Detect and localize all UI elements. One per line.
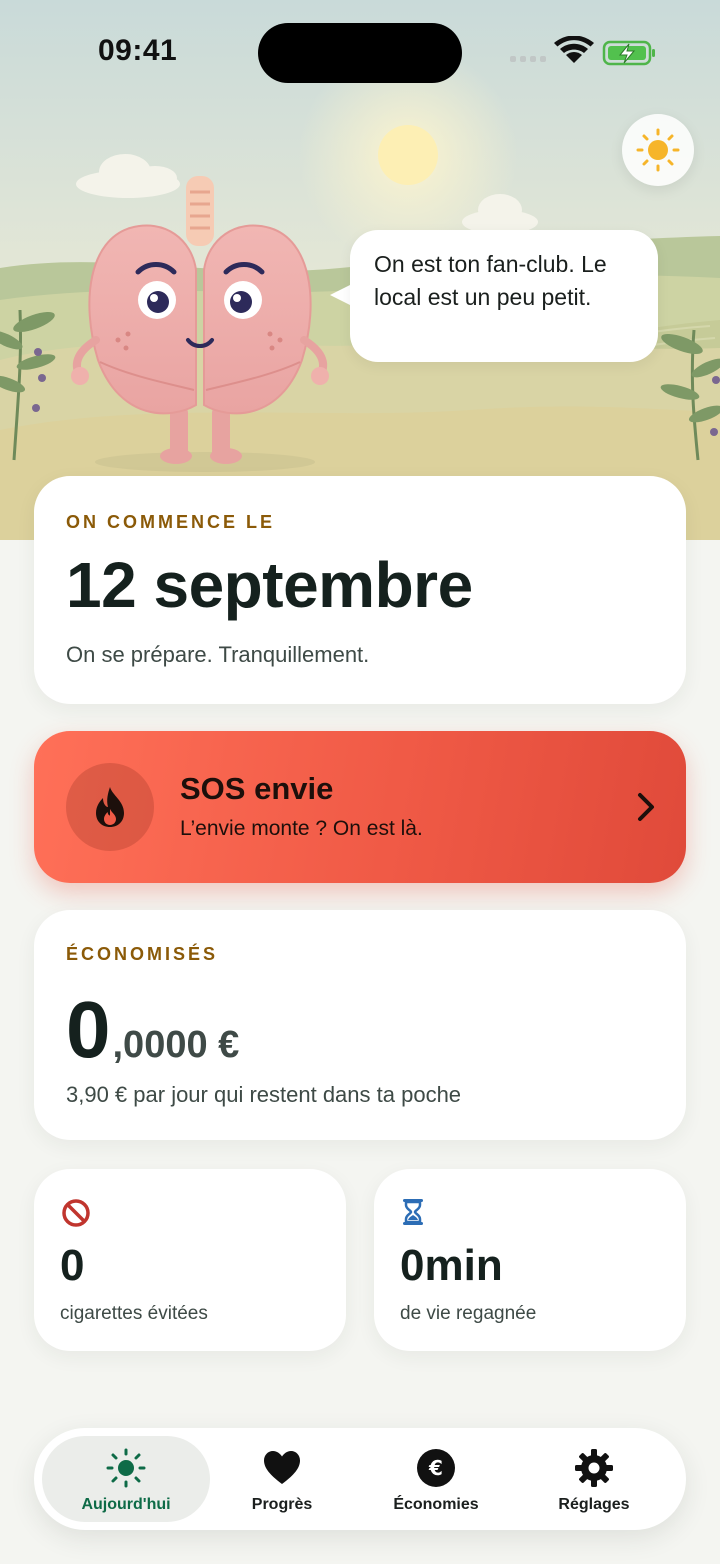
- tab-today[interactable]: Aujourd'hui: [42, 1436, 210, 1522]
- hourglass-icon: [403, 1199, 423, 1225]
- tab-settings-label: Réglages: [558, 1496, 630, 1513]
- cigarettes-avoided-value: 0: [60, 1241, 85, 1290]
- savings-card: ÉCONOMISÉS 0 ,0000 € 3,90 € par jour qui…: [34, 910, 686, 1140]
- status-icons: [510, 36, 655, 66]
- life-regained-label: de vie regagnée: [400, 1303, 537, 1324]
- flame-icon: [96, 787, 124, 827]
- savings-amount-decimal: ,0000 €: [112, 1024, 240, 1066]
- tab-savings-label: Économies: [393, 1496, 479, 1513]
- sun-icon: [636, 128, 680, 172]
- sun: [378, 125, 438, 185]
- sos-title: SOS envie: [180, 771, 334, 806]
- cigarettes-avoided-label: cigarettes évitées: [60, 1303, 208, 1324]
- battery-charging-icon: [602, 40, 655, 66]
- start-date-subtitle: On se prépare. Tranquillement.: [66, 642, 370, 667]
- sos-icon-circle: [66, 763, 154, 851]
- savings-eyebrow: ÉCONOMISÉS: [66, 944, 219, 964]
- cellular-signal-icon: [510, 56, 546, 62]
- speech-bubble: On est ton fan-club. Le local est un peu…: [350, 230, 658, 362]
- life-regained-value: 0min: [400, 1241, 503, 1290]
- gear-icon: [575, 1449, 613, 1487]
- chevron-right-icon: [638, 793, 654, 821]
- weather-button[interactable]: [622, 114, 694, 186]
- dynamic-island: [258, 23, 462, 83]
- tab-today-label: Aujourd'hui: [81, 1496, 171, 1513]
- tab-bar: Aujourd'hui Progrès € Économies Réglages: [34, 1428, 686, 1530]
- tab-progress[interactable]: Progrès: [198, 1436, 366, 1522]
- cigarettes-avoided-card: 0 cigarettes évitées: [34, 1169, 346, 1351]
- tab-progress-label: Progrès: [251, 1496, 313, 1513]
- euro-icon: €: [417, 1449, 455, 1487]
- status-bar: 09:41: [0, 0, 720, 105]
- sos-subtitle: L’envie monte ? On est là.: [180, 817, 423, 840]
- tab-settings[interactable]: Réglages: [510, 1436, 678, 1522]
- wifi-icon: [554, 36, 594, 63]
- savings-subtitle: 3,90 € par jour qui restent dans ta poch…: [66, 1082, 462, 1107]
- savings-amount-integer: 0: [66, 985, 111, 1074]
- start-date-value: 12 septembre: [66, 549, 473, 621]
- sos-craving-button[interactable]: SOS envie L’envie monte ? On est là.: [34, 731, 686, 883]
- start-date-card: ON COMMENCE LE 12 septembre On se prépar…: [34, 476, 686, 704]
- no-smoking-icon: [62, 1199, 90, 1227]
- hero-illustration: 09:41 On est ton fan-club. Le local est …: [0, 0, 720, 540]
- heart-icon: [264, 1451, 300, 1484]
- svg-text:€: €: [428, 1456, 443, 1480]
- start-date-eyebrow: ON COMMENCE LE: [66, 512, 276, 532]
- life-regained-card: 0min de vie regagnée: [374, 1169, 686, 1351]
- savings-amount: 0 ,0000 €: [66, 984, 239, 1076]
- sun-icon: [106, 1448, 146, 1488]
- status-time: 09:41: [98, 34, 178, 67]
- tab-savings[interactable]: € Économies: [352, 1436, 520, 1522]
